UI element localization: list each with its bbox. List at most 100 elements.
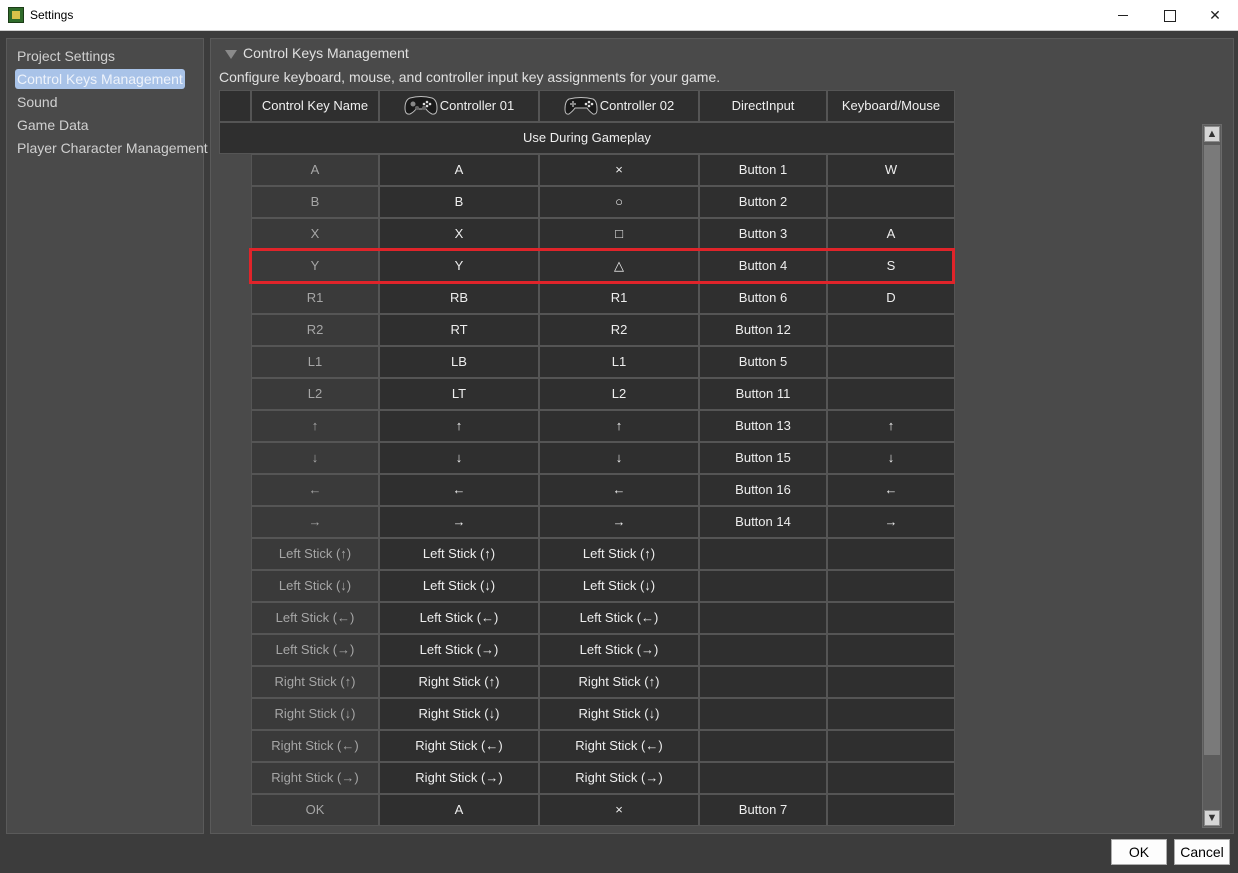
keyboard-mouse-cell[interactable]: [827, 602, 955, 634]
keyboard-mouse-cell[interactable]: [827, 570, 955, 602]
sidebar-item-game-data[interactable]: Game Data: [15, 115, 91, 135]
keyboard-mouse-cell[interactable]: S: [827, 250, 955, 282]
directinput-cell[interactable]: Button 7: [699, 794, 827, 826]
keyboard-mouse-cell[interactable]: [827, 730, 955, 762]
ok-button[interactable]: OK: [1111, 839, 1167, 865]
keyboard-mouse-cell[interactable]: D: [827, 282, 955, 314]
directinput-cell[interactable]: Button 3: [699, 218, 827, 250]
controller-01-cell[interactable]: Left Stick (↓): [379, 570, 539, 602]
controller-02-cell[interactable]: Right Stick (↑): [539, 666, 699, 698]
controller-01-cell[interactable]: Right Stick (←): [379, 730, 539, 762]
controller-02-cell[interactable]: □: [539, 218, 699, 250]
scroll-up-arrow-icon[interactable]: ▲: [1204, 126, 1220, 142]
keyboard-mouse-cell[interactable]: [827, 314, 955, 346]
keyboard-mouse-cell[interactable]: ←: [827, 474, 955, 506]
controller-02-cell[interactable]: ←: [539, 474, 699, 506]
controller-02-cell[interactable]: ○: [539, 186, 699, 218]
keyboard-mouse-cell[interactable]: →: [827, 506, 955, 538]
controller-01-cell[interactable]: LT: [379, 378, 539, 410]
controller-02-cell[interactable]: ×: [539, 794, 699, 826]
keyboard-mouse-cell[interactable]: ↑: [827, 410, 955, 442]
controller-02-cell[interactable]: L1: [539, 346, 699, 378]
controller-02-cell[interactable]: Left Stick (↑): [539, 538, 699, 570]
controller-01-cell[interactable]: ↓: [379, 442, 539, 474]
controller-02-cell[interactable]: R2: [539, 314, 699, 346]
section-header[interactable]: Control Keys Management: [225, 45, 409, 61]
controller-02-cell[interactable]: ×: [539, 154, 699, 186]
directinput-cell[interactable]: Button 1: [699, 154, 827, 186]
controller-01-cell[interactable]: Right Stick (↓): [379, 698, 539, 730]
controller-01-cell[interactable]: X: [379, 218, 539, 250]
directinput-cell[interactable]: Button 5: [699, 346, 827, 378]
directinput-cell[interactable]: [699, 634, 827, 666]
controller-01-cell[interactable]: Right Stick (→): [379, 762, 539, 794]
controller-02-cell[interactable]: Right Stick (↓): [539, 698, 699, 730]
directinput-cell[interactable]: Button 4: [699, 250, 827, 282]
controller-01-cell[interactable]: RB: [379, 282, 539, 314]
sidebar-item-control-keys[interactable]: Control Keys Management: [15, 69, 185, 89]
vertical-scrollbar[interactable]: ▲ ▼: [1202, 124, 1222, 828]
controller-01-cell[interactable]: Left Stick (←): [379, 602, 539, 634]
directinput-cell[interactable]: Button 2: [699, 186, 827, 218]
scrollbar-thumb[interactable]: [1204, 145, 1220, 755]
controller-01-cell[interactable]: Y: [379, 250, 539, 282]
key-name-cell: A: [251, 154, 379, 186]
controller-02-cell[interactable]: L2: [539, 378, 699, 410]
controller-01-cell[interactable]: RT: [379, 314, 539, 346]
controller-01-cell[interactable]: →: [379, 506, 539, 538]
keyboard-mouse-cell[interactable]: W: [827, 154, 955, 186]
directinput-cell[interactable]: [699, 762, 827, 794]
controller-01-cell[interactable]: ↑: [379, 410, 539, 442]
sidebar-item-sound[interactable]: Sound: [15, 92, 59, 112]
keyboard-mouse-cell[interactable]: [827, 762, 955, 794]
directinput-cell[interactable]: Button 6: [699, 282, 827, 314]
controller-02-cell[interactable]: △: [539, 250, 699, 282]
minimize-button[interactable]: [1100, 0, 1146, 31]
directinput-cell[interactable]: Button 15: [699, 442, 827, 474]
controller-02-cell[interactable]: ↑: [539, 410, 699, 442]
directinput-cell[interactable]: Button 12: [699, 314, 827, 346]
close-button[interactable]: ✕: [1192, 0, 1238, 31]
scroll-down-arrow-icon[interactable]: ▼: [1204, 810, 1220, 826]
controller-01-cell[interactable]: ←: [379, 474, 539, 506]
controller-02-cell[interactable]: Left Stick (←): [539, 602, 699, 634]
keyboard-mouse-cell[interactable]: ↓: [827, 442, 955, 474]
directinput-cell[interactable]: [699, 666, 827, 698]
controller-02-cell[interactable]: Right Stick (←): [539, 730, 699, 762]
controller-01-cell[interactable]: A: [379, 794, 539, 826]
keyboard-mouse-cell[interactable]: A: [827, 218, 955, 250]
directinput-cell[interactable]: Button 11: [699, 378, 827, 410]
controller-01-cell[interactable]: LB: [379, 346, 539, 378]
controller-01-cell[interactable]: Left Stick (→): [379, 634, 539, 666]
directinput-cell[interactable]: [699, 730, 827, 762]
keyboard-mouse-cell[interactable]: [827, 346, 955, 378]
controller-02-cell[interactable]: Left Stick (↓): [539, 570, 699, 602]
directinput-cell[interactable]: Button 14: [699, 506, 827, 538]
keyboard-mouse-cell[interactable]: [827, 794, 955, 826]
directinput-cell[interactable]: Button 13: [699, 410, 827, 442]
controller-01-cell[interactable]: Left Stick (↑): [379, 538, 539, 570]
sidebar-item-project-settings[interactable]: Project Settings: [15, 46, 117, 66]
keyboard-mouse-cell[interactable]: [827, 378, 955, 410]
keyboard-mouse-cell[interactable]: [827, 666, 955, 698]
directinput-cell[interactable]: Button 16: [699, 474, 827, 506]
keyboard-mouse-cell[interactable]: [827, 538, 955, 570]
controller-01-cell[interactable]: Right Stick (↑): [379, 666, 539, 698]
directinput-cell[interactable]: [699, 538, 827, 570]
controller-02-cell[interactable]: →: [539, 506, 699, 538]
cancel-button[interactable]: Cancel: [1174, 839, 1230, 865]
directinput-cell[interactable]: [699, 698, 827, 730]
keyboard-mouse-cell[interactable]: [827, 698, 955, 730]
controller-01-cell[interactable]: B: [379, 186, 539, 218]
directinput-cell[interactable]: [699, 570, 827, 602]
controller-02-cell[interactable]: Right Stick (→): [539, 762, 699, 794]
directinput-cell[interactable]: [699, 602, 827, 634]
keyboard-mouse-cell[interactable]: [827, 634, 955, 666]
sidebar-item-player-character[interactable]: Player Character Management: [15, 138, 210, 158]
controller-02-cell[interactable]: R1: [539, 282, 699, 314]
maximize-button[interactable]: [1146, 0, 1192, 31]
keyboard-mouse-cell[interactable]: [827, 186, 955, 218]
controller-01-cell[interactable]: A: [379, 154, 539, 186]
controller-02-cell[interactable]: Left Stick (→): [539, 634, 699, 666]
controller-02-cell[interactable]: ↓: [539, 442, 699, 474]
